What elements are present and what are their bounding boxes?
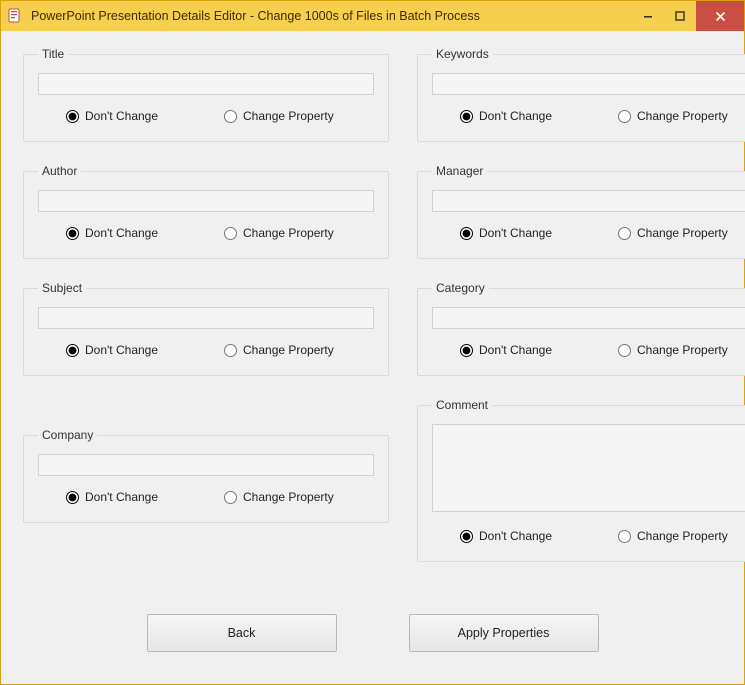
category-change-radio[interactable]: Change Property xyxy=(618,343,745,357)
window-frame: PowerPoint Presentation Details Editor -… xyxy=(0,0,745,685)
maximize-button[interactable] xyxy=(664,1,696,31)
keywords-dont-change-radio-input[interactable] xyxy=(460,110,473,123)
comment-radios: Don't Change Change Property xyxy=(432,529,745,543)
manager-dont-change-radio[interactable]: Don't Change xyxy=(460,226,610,240)
manager-dont-change-radio-input[interactable] xyxy=(460,227,473,240)
group-author: Author Don't Change Change Property xyxy=(23,164,389,259)
title-dont-change-radio-input[interactable] xyxy=(66,110,79,123)
title-radios: Don't Change Change Property xyxy=(38,109,374,123)
author-radios: Don't Change Change Property xyxy=(38,226,374,240)
group-company-legend: Company xyxy=(38,428,97,442)
group-subject: Subject Don't Change Change Property xyxy=(23,281,389,376)
category-dont-change-label: Don't Change xyxy=(479,343,552,357)
group-comment-legend: Comment xyxy=(432,398,492,412)
author-dont-change-label: Don't Change xyxy=(85,226,158,240)
company-dont-change-radio[interactable]: Don't Change xyxy=(66,490,216,504)
title-change-radio-input[interactable] xyxy=(224,110,237,123)
keywords-dont-change-radio[interactable]: Don't Change xyxy=(460,109,610,123)
comment-dont-change-radio[interactable]: Don't Change xyxy=(460,529,610,543)
company-dont-change-radio-input[interactable] xyxy=(66,491,79,504)
manager-change-radio-input[interactable] xyxy=(618,227,631,240)
category-dont-change-radio[interactable]: Don't Change xyxy=(460,343,610,357)
author-dont-change-radio[interactable]: Don't Change xyxy=(66,226,216,240)
subject-change-radio-input[interactable] xyxy=(224,344,237,357)
button-row: Back Apply Properties xyxy=(23,614,722,652)
manager-radios: Don't Change Change Property xyxy=(432,226,745,240)
subject-dont-change-label: Don't Change xyxy=(85,343,158,357)
author-change-label: Change Property xyxy=(243,226,334,240)
comment-dont-change-label: Don't Change xyxy=(479,529,552,543)
group-title: Title Don't Change Change Property xyxy=(23,47,389,142)
category-change-label: Change Property xyxy=(637,343,728,357)
company-change-label: Change Property xyxy=(243,490,334,504)
title-dont-change-label: Don't Change xyxy=(85,109,158,123)
subject-radios: Don't Change Change Property xyxy=(38,343,374,357)
author-dont-change-radio-input[interactable] xyxy=(66,227,79,240)
comment-dont-change-radio-input[interactable] xyxy=(460,530,473,543)
window-controls xyxy=(632,1,744,31)
manager-change-radio[interactable]: Change Property xyxy=(618,226,745,240)
subject-input[interactable] xyxy=(38,307,374,329)
group-category: Category Don't Change Change Property xyxy=(417,281,745,376)
group-keywords-legend: Keywords xyxy=(432,47,493,61)
comment-change-label: Change Property xyxy=(637,529,728,543)
title-change-radio[interactable]: Change Property xyxy=(224,109,374,123)
category-input[interactable] xyxy=(432,307,745,329)
category-change-radio-input[interactable] xyxy=(618,344,631,357)
keywords-dont-change-label: Don't Change xyxy=(479,109,552,123)
group-subject-legend: Subject xyxy=(38,281,86,295)
keywords-change-radio[interactable]: Change Property xyxy=(618,109,745,123)
author-change-radio-input[interactable] xyxy=(224,227,237,240)
comment-change-radio-input[interactable] xyxy=(618,530,631,543)
group-category-legend: Category xyxy=(432,281,489,295)
apply-properties-button[interactable]: Apply Properties xyxy=(409,614,599,652)
columns: Title Don't Change Change Property xyxy=(23,47,722,584)
group-title-legend: Title xyxy=(38,47,68,61)
close-button[interactable] xyxy=(696,1,744,31)
group-keywords: Keywords Don't Change Change Property xyxy=(417,47,745,142)
company-radios: Don't Change Change Property xyxy=(38,490,374,504)
title-change-label: Change Property xyxy=(243,109,334,123)
app-icon xyxy=(7,8,23,24)
group-author-legend: Author xyxy=(38,164,81,178)
back-button[interactable]: Back xyxy=(147,614,337,652)
company-change-radio[interactable]: Change Property xyxy=(224,490,374,504)
keywords-radios: Don't Change Change Property xyxy=(432,109,745,123)
company-input[interactable] xyxy=(38,454,374,476)
content-area: Title Don't Change Change Property xyxy=(1,31,744,684)
title-dont-change-radio[interactable]: Don't Change xyxy=(66,109,216,123)
minimize-button[interactable] xyxy=(632,1,664,31)
comment-change-radio[interactable]: Change Property xyxy=(618,529,745,543)
manager-change-label: Change Property xyxy=(637,226,728,240)
left-column: Title Don't Change Change Property xyxy=(23,47,389,584)
category-dont-change-radio-input[interactable] xyxy=(460,344,473,357)
titlebar: PowerPoint Presentation Details Editor -… xyxy=(1,1,744,31)
title-input[interactable] xyxy=(38,73,374,95)
author-change-radio[interactable]: Change Property xyxy=(224,226,374,240)
subject-change-label: Change Property xyxy=(243,343,334,357)
right-column: Keywords Don't Change Change Property xyxy=(417,47,745,584)
manager-dont-change-label: Don't Change xyxy=(479,226,552,240)
company-dont-change-label: Don't Change xyxy=(85,490,158,504)
keywords-change-label: Change Property xyxy=(637,109,728,123)
company-change-radio-input[interactable] xyxy=(224,491,237,504)
keywords-input[interactable] xyxy=(432,73,745,95)
comment-input[interactable] xyxy=(432,424,745,512)
group-manager-legend: Manager xyxy=(432,164,487,178)
subject-dont-change-radio-input[interactable] xyxy=(66,344,79,357)
category-radios: Don't Change Change Property xyxy=(432,343,745,357)
window-title: PowerPoint Presentation Details Editor -… xyxy=(31,9,480,23)
group-manager: Manager Don't Change Change Property xyxy=(417,164,745,259)
manager-input[interactable] xyxy=(432,190,745,212)
group-company: Company Don't Change Change Property xyxy=(23,428,389,523)
group-comment: Comment Don't Change Change Property xyxy=(417,398,745,562)
subject-change-radio[interactable]: Change Property xyxy=(224,343,374,357)
subject-dont-change-radio[interactable]: Don't Change xyxy=(66,343,216,357)
spacer xyxy=(23,398,389,428)
keywords-change-radio-input[interactable] xyxy=(618,110,631,123)
author-input[interactable] xyxy=(38,190,374,212)
